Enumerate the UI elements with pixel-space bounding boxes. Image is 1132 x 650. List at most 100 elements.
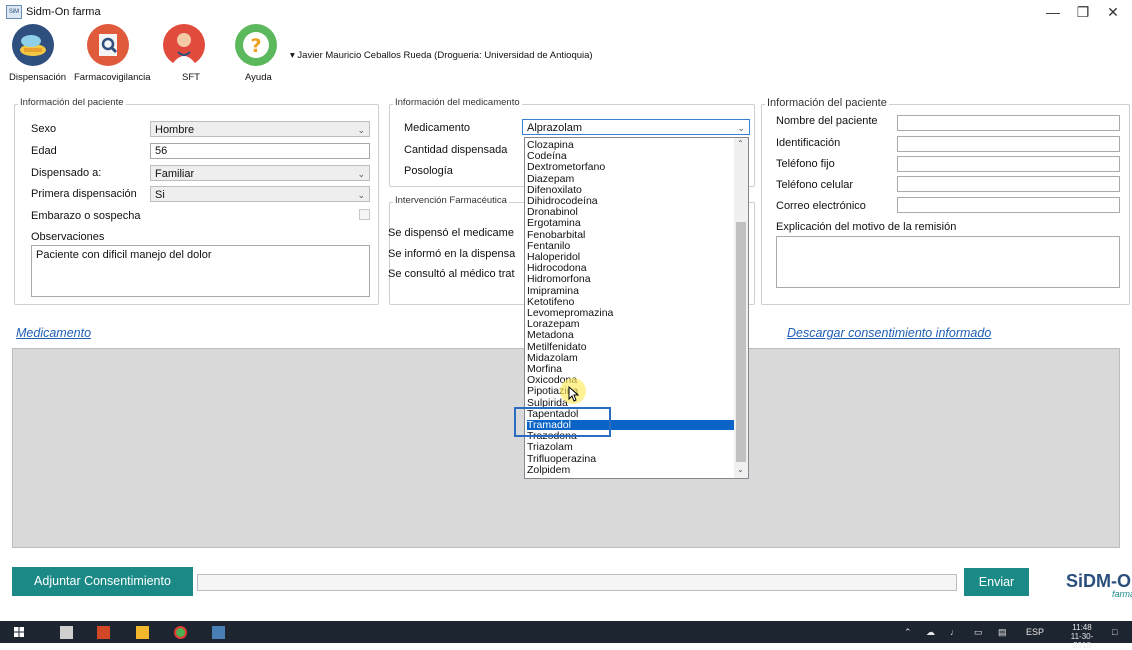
dropdown-option[interactable]: Morfina <box>527 364 562 375</box>
cantidad-label: Cantidad dispensada <box>404 144 508 156</box>
chevron-down-icon: ⌄ <box>357 169 365 179</box>
dropdown-option[interactable]: Metadona <box>527 330 574 341</box>
dropdown-option[interactable]: Zolpidem <box>527 464 570 475</box>
dropdown-option[interactable]: Hidromorfona <box>527 274 591 285</box>
clock-time: 11:48 <box>1072 623 1092 632</box>
window-title: Sidm-On farma <box>26 6 101 18</box>
dropdown-option[interactable]: Tramadol <box>527 420 734 430</box>
explicacion-textarea[interactable] <box>776 236 1120 288</box>
windows-start-icon[interactable] <box>14 627 24 637</box>
title-bar: SiM Sidm-On farma — ❐ ✕ <box>0 0 1132 24</box>
file-path-field[interactable] <box>197 574 957 591</box>
scroll-down-icon[interactable]: ⌄ <box>737 465 744 474</box>
dropdown-option[interactable]: Midazolam <box>527 352 578 363</box>
sexo-value: Hombre <box>155 124 195 136</box>
dropdown-option[interactable]: Codeína <box>527 151 567 162</box>
nombre-label: Nombre del paciente <box>776 115 878 127</box>
dropdown-option[interactable]: Dronabinol <box>527 207 578 218</box>
dropdown-option[interactable]: Haloperidol <box>527 252 580 263</box>
cloud-icon[interactable]: ☁ <box>926 627 935 638</box>
dropdown-option[interactable]: Trifluoperazina <box>527 453 596 464</box>
network-icon[interactable]: ▤ <box>998 627 1007 638</box>
volume-icon[interactable]: ♩ <box>950 627 959 637</box>
dropdown-option[interactable]: Sulpirida <box>527 397 568 408</box>
telefono-celular-label: Teléfono celular <box>776 179 854 191</box>
dropdown-option[interactable]: Lorazepam <box>527 319 580 330</box>
dropdown-option[interactable]: Ketotifeno <box>527 296 574 307</box>
identificacion-label: Identificación <box>776 137 841 149</box>
dispensado-label: Dispensado a: <box>31 167 102 179</box>
dropdown-option[interactable]: Dextrometorfano <box>527 162 605 173</box>
battery-icon[interactable]: ▭ <box>974 627 983 638</box>
dropdown-option[interactable]: Imipramina <box>527 285 579 296</box>
telefono-fijo-label: Teléfono fijo <box>776 158 835 170</box>
telefono-fijo-field[interactable] <box>897 156 1120 172</box>
intervencion-title: Intervención Farmacéutica <box>393 195 509 206</box>
minimize-button[interactable]: — <box>1038 2 1068 22</box>
embarazo-checkbox[interactable] <box>359 209 370 220</box>
question-1: Se dispensó el medicame <box>388 227 514 239</box>
enviar-button[interactable]: Enviar <box>964 568 1029 596</box>
clock[interactable]: 11:48 11-30-2018 <box>1062 623 1102 650</box>
correo-field[interactable] <box>897 197 1120 213</box>
dropdown-option[interactable]: Fenobarbital <box>527 229 585 240</box>
sexo-label: Sexo <box>31 123 57 135</box>
ayuda-label: Ayuda <box>245 72 272 83</box>
medicamento-value: Alprazolam <box>527 122 583 134</box>
chrome-icon[interactable] <box>174 626 187 639</box>
sft-button[interactable] <box>163 24 205 66</box>
dropdown-option[interactable]: Hidrocodona <box>527 263 587 274</box>
dropdown-option[interactable]: Difenoxilato <box>527 184 582 195</box>
observaciones-textarea[interactable]: Paciente con dificil manejo del dolor <box>31 245 370 297</box>
adjuntar-consentimiento-button[interactable]: Adjuntar Consentimiento <box>12 567 193 596</box>
primera-dispensacion-label: Primera dispensación <box>31 188 137 200</box>
edad-field[interactable]: 56 <box>150 143 370 159</box>
dropdown-option[interactable]: Triazolam <box>527 442 573 453</box>
medicamento-dropdown-list[interactable]: Clozapina Codeína Dextrometorfano Diazepam D… <box>524 137 749 479</box>
dropdown-option[interactable]: Fentanilo <box>527 240 570 251</box>
medicamento-select[interactable]: Alprazolam ⌄ <box>522 119 750 135</box>
chevron-down-icon: ⌄ <box>737 123 745 133</box>
question-2: Se informó en la dispensa <box>388 248 516 260</box>
calculator-icon[interactable] <box>60 626 73 639</box>
sft-label: SFT <box>182 72 200 83</box>
dispensado-value: Familiar <box>155 168 195 180</box>
sidm-taskbar-icon[interactable] <box>212 626 225 639</box>
notifications-icon[interactable]: □ <box>1112 627 1117 637</box>
dropdown-option[interactable]: Metilfenidato <box>527 341 587 352</box>
dropdown-option[interactable]: Tapentadol <box>527 408 578 419</box>
file-explorer-icon[interactable] <box>136 626 149 639</box>
dispensacion-button[interactable] <box>12 24 54 66</box>
dropdown-option[interactable]: Trazodona <box>527 431 577 442</box>
dropdown-option[interactable]: Levomepromazina <box>527 308 613 319</box>
dispensado-select[interactable]: Familiar ⌄ <box>150 165 370 181</box>
telefono-celular-field[interactable] <box>897 176 1120 192</box>
posologia-label: Posología <box>404 165 453 177</box>
question-icon: ? <box>243 32 269 58</box>
farmacovigilancia-button[interactable] <box>87 24 129 66</box>
sexo-select[interactable]: Hombre ⌄ <box>150 121 370 137</box>
dropdown-scrollbar[interactable]: ⌃ ⌄ <box>734 138 748 478</box>
powerpoint-icon[interactable] <box>97 626 110 639</box>
dropdown-option[interactable]: Dihidrocodeína <box>527 196 598 207</box>
ayuda-button[interactable]: ? <box>235 24 277 66</box>
dropdown-option[interactable]: Ergotamina <box>527 218 581 229</box>
clock-date: 11-30-2018 <box>1070 632 1094 650</box>
identificacion-field[interactable] <box>897 136 1120 152</box>
maximize-button[interactable]: ❐ <box>1068 2 1098 22</box>
medicamento-link[interactable]: Medicamento <box>16 326 91 340</box>
descargar-consentimiento-link[interactable]: Descargar consentimiento informado <box>787 326 991 340</box>
user-menu[interactable]: ▾ Javier Mauricio Ceballos Rueda (Drogue… <box>290 50 593 61</box>
scrollbar-thumb[interactable] <box>736 222 746 462</box>
primera-dispensacion-select[interactable]: Si ⌄ <box>150 186 370 202</box>
explicacion-label: Explicación del motivo de la remisión <box>776 221 957 233</box>
language-indicator[interactable]: ESP <box>1026 627 1044 637</box>
nombre-field[interactable] <box>897 115 1120 131</box>
dropdown-option[interactable]: Clozapina <box>527 140 574 151</box>
scroll-up-icon[interactable]: ⌃ <box>737 139 744 148</box>
farmacovigilancia-label: Farmacovigilancia <box>74 72 151 83</box>
close-button[interactable]: ✕ <box>1098 2 1128 22</box>
tray-chevron-up-icon[interactable]: ⌃ <box>904 627 912 638</box>
observaciones-label: Observaciones <box>31 231 105 243</box>
dropdown-option[interactable]: Diazepam <box>527 173 574 184</box>
